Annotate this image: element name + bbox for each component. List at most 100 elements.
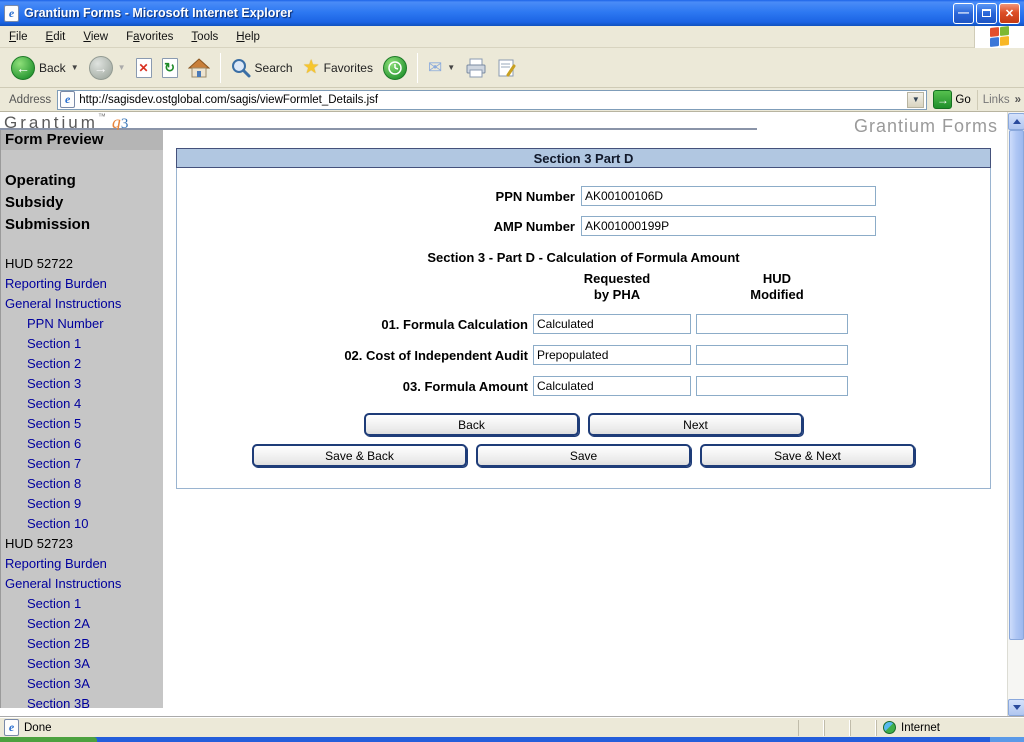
menu-bar: File Edit View Favorites Tools Help	[0, 26, 1024, 48]
address-url[interactable]: http://sagisdev.ostglobal.com/sagis/view…	[79, 94, 907, 106]
print-button[interactable]	[460, 55, 492, 81]
navigation-sidebar: Form Preview Operating Subsidy Submissio…	[0, 130, 163, 708]
sidebar-link-reporting-burden[interactable]: Reporting Burden	[1, 274, 163, 294]
column-headers: Requestedby PHA HUDModified	[177, 271, 990, 303]
links-toolbar[interactable]: Links	[977, 90, 1015, 110]
forward-button[interactable]: → ▼	[84, 53, 131, 83]
page-title: Grantium Forms	[854, 116, 998, 137]
vertical-scrollbar[interactable]	[1007, 112, 1024, 717]
sidebar-nav-list: HUD 52722 Reporting Burden General Instr…	[1, 254, 163, 708]
scroll-up-button[interactable]	[1008, 113, 1024, 130]
menu-tools[interactable]: Tools	[182, 28, 227, 46]
cost-of-audit-requested-input[interactable]	[533, 345, 691, 365]
sidebar-link-section-10[interactable]: Section 10	[1, 514, 163, 534]
mail-button[interactable]: ✉ ▼	[423, 56, 460, 79]
sidebar-link-section-3a-2[interactable]: Section 3A	[1, 674, 163, 694]
sidebar-form-name: Operating Subsidy Submission	[1, 170, 121, 236]
history-button[interactable]	[378, 53, 412, 83]
scroll-down-icon	[1013, 705, 1021, 710]
sidebar-link-section-1b[interactable]: Section 1	[1, 594, 163, 614]
table-title: Section 3 - Part D - Calculation of Form…	[177, 250, 990, 265]
address-dropdown-icon[interactable]: ▼	[907, 92, 924, 108]
stop-button[interactable]: ✕	[131, 55, 157, 81]
home-button[interactable]	[183, 55, 215, 81]
edit-button[interactable]	[492, 55, 522, 81]
sidebar-link-section-1[interactable]: Section 1	[1, 334, 163, 354]
save-and-next-button[interactable]: Save & Next	[700, 444, 915, 467]
back-button[interactable]: ← Back ▼	[6, 53, 84, 83]
restore-button[interactable]	[976, 3, 997, 24]
favorites-star-icon: ★	[303, 58, 320, 77]
scroll-down-button[interactable]	[1008, 699, 1024, 716]
windows-flag-icon	[990, 26, 1009, 47]
next-nav-button[interactable]: Next	[588, 413, 803, 436]
status-text: Done	[24, 722, 52, 734]
sidebar-link-section-3a[interactable]: Section 3A	[1, 654, 163, 674]
start-button-edge[interactable]	[0, 737, 97, 742]
history-icon	[383, 56, 407, 80]
ppn-number-input[interactable]	[581, 186, 876, 206]
amp-number-input[interactable]	[581, 216, 876, 236]
forward-icon: →	[89, 56, 113, 80]
search-icon	[231, 58, 251, 78]
amp-number-label: AMP Number	[177, 219, 581, 234]
sidebar-link-section-5[interactable]: Section 5	[1, 414, 163, 434]
scrollbar-thumb[interactable]	[1009, 130, 1024, 640]
row-label: 02. Cost of Independent Audit	[177, 348, 533, 363]
sidebar-link-section-8[interactable]: Section 8	[1, 474, 163, 494]
sidebar-link-section-3[interactable]: Section 3	[1, 374, 163, 394]
sidebar-link-section-3b[interactable]: Section 3B	[1, 694, 163, 708]
search-label: Search	[255, 61, 293, 75]
formula-calculation-requested-input[interactable]	[533, 314, 691, 334]
save-button-row: Save & Back Save Save & Next	[177, 444, 990, 467]
address-field[interactable]: e http://sagisdev.ostglobal.com/sagis/vi…	[57, 90, 927, 110]
minimize-button[interactable]: —	[953, 3, 974, 24]
sidebar-link-section-6[interactable]: Section 6	[1, 434, 163, 454]
refresh-button[interactable]: ↻	[157, 55, 183, 81]
sidebar-header: Form Preview	[1, 130, 163, 150]
table-row-cost-of-audit: 02. Cost of Independent Audit	[177, 345, 990, 365]
save-button[interactable]: Save	[476, 444, 691, 467]
status-pane	[798, 720, 824, 736]
sidebar-link-section-2a[interactable]: Section 2A	[1, 614, 163, 634]
sidebar-link-section-4[interactable]: Section 4	[1, 394, 163, 414]
menu-favorites[interactable]: Favorites	[117, 28, 182, 46]
formula-calculation-hud-input[interactable]	[696, 314, 848, 334]
cost-of-audit-hud-input[interactable]	[696, 345, 848, 365]
logo-g3-g: g	[112, 112, 121, 132]
zone-label: Internet	[901, 722, 940, 734]
go-button[interactable]: → Go	[927, 90, 976, 109]
sidebar-link-reporting-burden-2[interactable]: Reporting Burden	[1, 554, 163, 574]
favorites-button[interactable]: ★ Favorites	[298, 55, 378, 80]
back-nav-button[interactable]: Back	[364, 413, 579, 436]
column-requested-by-pha: Requestedby PHA	[538, 271, 696, 303]
sidebar-link-section-7[interactable]: Section 7	[1, 454, 163, 474]
mail-dropdown-icon[interactable]: ▼	[447, 63, 455, 72]
sidebar-link-ppn-number[interactable]: PPN Number	[1, 314, 163, 334]
sidebar-link-general-instructions[interactable]: General Instructions	[1, 294, 163, 314]
save-and-back-button[interactable]: Save & Back	[252, 444, 467, 467]
sidebar-heading-hud-52722: HUD 52722	[1, 254, 163, 274]
window-titlebar: e Grantium Forms - Microsoft Internet Ex…	[0, 0, 1024, 26]
close-button[interactable]: ✕	[999, 3, 1020, 24]
menu-edit[interactable]: Edit	[37, 28, 75, 46]
mail-icon: ✉	[428, 59, 442, 76]
sidebar-link-section-2b[interactable]: Section 2B	[1, 634, 163, 654]
nav-button-row: Back Next	[177, 413, 990, 436]
forward-dropdown-icon: ▼	[118, 63, 126, 72]
formula-amount-hud-input[interactable]	[696, 376, 848, 396]
formula-amount-requested-input[interactable]	[533, 376, 691, 396]
sidebar-link-section-9[interactable]: Section 9	[1, 494, 163, 514]
sidebar-link-general-instructions-2[interactable]: General Instructions	[1, 574, 163, 594]
toolbar-overflow-chevron[interactable]: »	[1015, 94, 1021, 106]
ie-toolbar: ← Back ▼ → ▼ ✕ ↻ Search ★ Favorites	[0, 48, 1024, 88]
refresh-icon: ↻	[162, 58, 178, 78]
menu-view[interactable]: View	[74, 28, 117, 46]
column-hud-modified: HUDModified	[701, 271, 853, 303]
back-dropdown-icon[interactable]: ▼	[71, 63, 79, 72]
site-logo-bar: Grantium™g3	[0, 112, 757, 130]
menu-help[interactable]: Help	[227, 28, 269, 46]
menu-file[interactable]: File	[0, 28, 37, 46]
search-button[interactable]: Search	[226, 55, 298, 81]
sidebar-link-section-2[interactable]: Section 2	[1, 354, 163, 374]
